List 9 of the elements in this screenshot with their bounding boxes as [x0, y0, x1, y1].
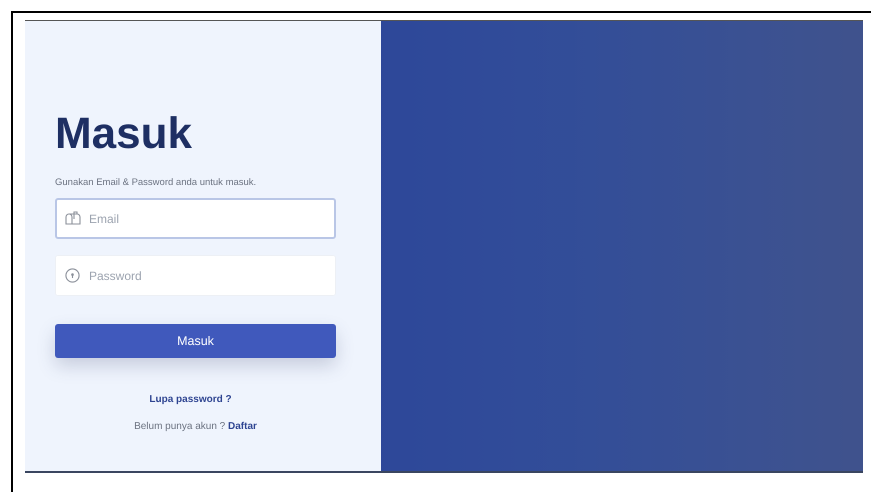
forgot-password-link[interactable]: Lupa password ? — [149, 394, 232, 405]
login-button[interactable]: Masuk — [55, 324, 336, 358]
subtitle-text: Gunakan Email & Password anda untuk masuk. — [55, 177, 256, 188]
password-field[interactable]: Password — [55, 255, 336, 296]
page-title: Masuk — [55, 109, 192, 159]
signup-prompt: Belum punya akun ? — [134, 421, 226, 432]
mailbox-icon — [65, 211, 81, 225]
email-field[interactable]: Email — [55, 198, 336, 239]
signup-link[interactable]: Daftar — [228, 421, 257, 432]
